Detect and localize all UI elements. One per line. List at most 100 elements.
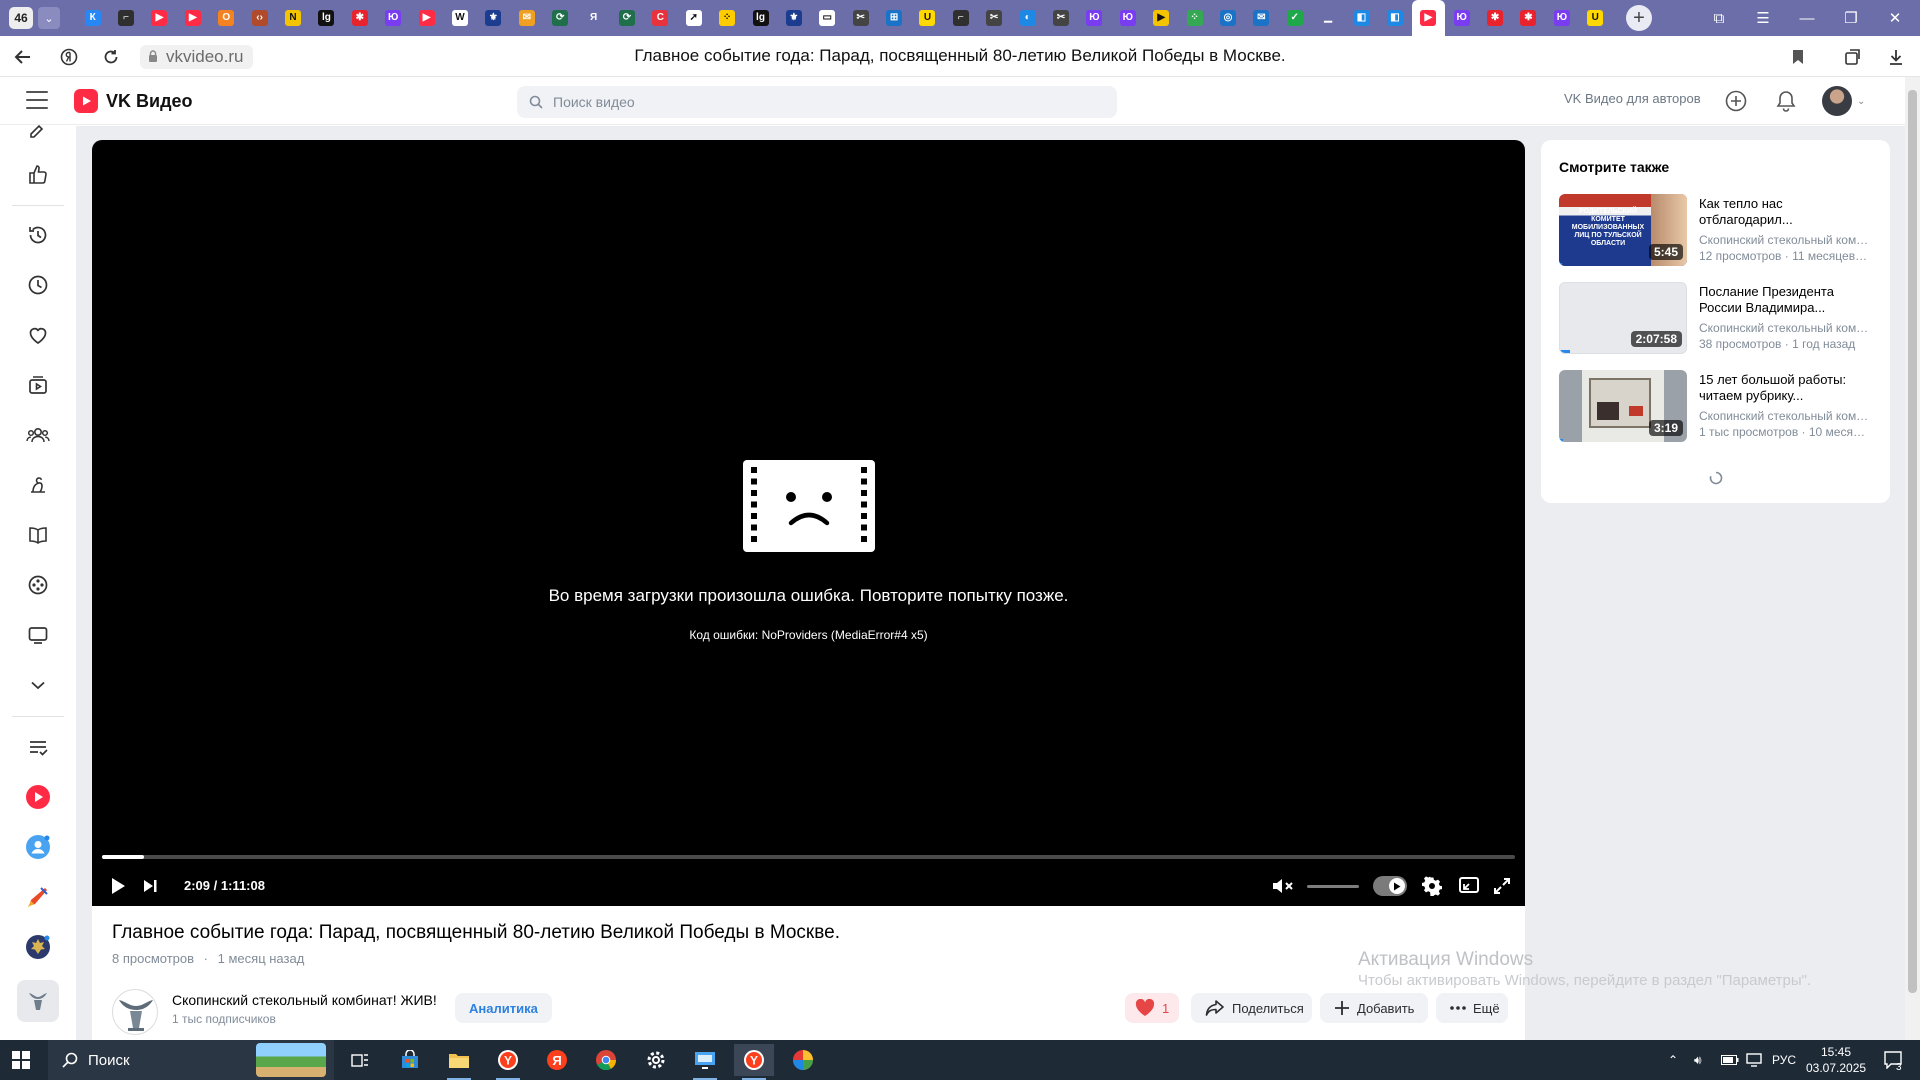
close-window-button[interactable]: ✕ [1875,0,1915,36]
seek-bar[interactable] [102,855,1515,859]
tray-overflow-chevron-icon[interactable]: ⌃ [1668,1040,1678,1080]
browser-tab[interactable]: Ю [1545,0,1578,36]
browser-tab[interactable]: ✉ [1245,0,1278,36]
sidebar-item-watch-later[interactable] [23,270,53,300]
tab-count-badge[interactable]: 46 [9,7,33,29]
channel-name[interactable]: Скопинский стекольный комбинат! ЖИВ! [172,992,437,1008]
minimize-button[interactable]: — [1787,0,1827,36]
tab-collections-icon[interactable]: ⧉ [1699,0,1739,36]
sidebar-channel-vk-video[interactable] [23,782,53,812]
browser-tab[interactable]: ✂ [1044,0,1077,36]
like-button[interactable]: 1 [1125,993,1180,1023]
sidebar-item-tv[interactable] [23,620,53,650]
sidebar-item-partial[interactable] [23,120,53,138]
yandex-browser-active-icon[interactable]: Y [734,1044,774,1080]
browser-tab[interactable]: ⚜ [777,0,810,36]
fullscreen-button[interactable] [1490,874,1514,898]
restore-button[interactable]: ❐ [1831,0,1871,36]
browser-tab[interactable]: ✉ [510,0,543,36]
browser-tab[interactable]: ◧ [1345,0,1378,36]
sidebar-channel-glassworks[interactable] [17,980,59,1022]
yandex-browser-icon[interactable]: Y [488,1044,528,1080]
windows-start-icon[interactable] [12,1051,30,1069]
browser-tab[interactable]: ▶ [1145,0,1178,36]
settings-gear-icon[interactable] [636,1044,676,1076]
browser-tab[interactable]: ✱ [1478,0,1511,36]
remote-desktop-icon[interactable] [685,1044,725,1080]
notifications-bell-icon[interactable] [1773,88,1799,114]
volume-tray-icon[interactable]: 🔊︎ [1694,1040,1702,1080]
browser-tab[interactable]: ‹› [243,0,276,36]
sidebar-item-movies[interactable] [23,570,53,600]
file-explorer-icon[interactable] [439,1044,479,1080]
browser-tab[interactable]: lg [310,0,343,36]
browser-tab[interactable]: Я [577,0,610,36]
network-tray-icon[interactable] [1746,1040,1764,1080]
browser-tab[interactable]: Ю [1078,0,1111,36]
for-authors-link[interactable]: VK Видео для авторов [1564,91,1701,106]
menu-burger-icon[interactable] [26,91,48,109]
upload-plus-icon[interactable] [1723,88,1749,114]
browser-menu-icon[interactable]: ☰ [1743,0,1783,36]
sidebar-channel-rocket[interactable] [23,882,53,912]
taskbar-search[interactable]: Поиск [48,1040,334,1080]
browser-tab[interactable]: О [210,0,243,36]
volume-slider[interactable] [1307,885,1359,888]
sidebar-item-queue[interactable] [23,732,53,762]
browser-tab[interactable]: U [1579,0,1612,36]
browser-tab[interactable]: Ю [377,0,410,36]
sidebar-channel-profile[interactable] [23,832,53,862]
more-button[interactable]: Ещё [1436,993,1508,1023]
task-view-icon[interactable] [340,1044,380,1076]
microsoft-store-icon[interactable] [390,1044,430,1076]
input-language[interactable]: РУС [1772,1040,1796,1080]
vk-video-logo[interactable]: VK Видео [74,89,193,113]
chrome-icon[interactable] [586,1044,626,1076]
color-app-icon[interactable] [783,1044,823,1076]
browser-tab[interactable]: ◧ [1378,0,1411,36]
collections-icon[interactable] [1840,44,1866,70]
browser-tab[interactable]: ✱ [1512,0,1545,36]
next-video-button[interactable] [138,874,162,898]
sidebar-item-subscriptions[interactable] [23,420,53,450]
sidebar-item-favourites[interactable] [23,320,53,350]
page-scrollbar-thumb[interactable] [1908,90,1917,993]
yandex-app-icon[interactable]: Я [537,1044,577,1076]
browser-tab[interactable]: ▶ [176,0,209,36]
browser-tab[interactable]: ⟳ [610,0,643,36]
recommendation-card[interactable]: 2:07:58 Послание Президента России Влади… [1559,282,1879,354]
browser-tab[interactable]: ▶ [143,0,176,36]
channel-avatar[interactable] [112,989,158,1035]
browser-tab[interactable]: W [443,0,476,36]
sidebar-channel-emblem[interactable] [23,932,53,962]
search-input[interactable] [517,86,1117,118]
browser-tab[interactable]: К [76,0,109,36]
user-avatar[interactable] [1822,86,1852,116]
browser-tab[interactable]: ◐ [1011,0,1044,36]
browser-tab[interactable]: Ю [1111,0,1144,36]
sidebar-item-history[interactable] [23,220,53,250]
browser-tab[interactable]: ▶ [410,0,443,36]
browser-tab[interactable]: ⁘ [1178,0,1211,36]
browser-tab[interactable]: ✱ [343,0,376,36]
sidebar-item-more[interactable] [23,670,53,700]
browser-tab[interactable]: ⟳ [543,0,576,36]
browser-tab[interactable]: ⁘ [710,0,743,36]
browser-tab[interactable]: ▭ [811,0,844,36]
share-button[interactable]: Поделиться [1191,993,1312,1023]
settings-button[interactable] [1420,874,1444,898]
taskbar-clock[interactable]: 15:45 03.07.2025 [1806,1044,1866,1076]
tab-list-chevron-icon[interactable]: ⌄ [38,7,60,29]
browser-tab[interactable]: ✂ [978,0,1011,36]
sidebar-item-playlists[interactable] [23,370,53,400]
new-tab-button[interactable]: + [1625,5,1652,31]
browser-tab[interactable]: ✂ [844,0,877,36]
browser-tab[interactable]: lg [744,0,777,36]
bookmark-icon[interactable] [1785,44,1811,70]
browser-tab[interactable]: ⌐ [109,0,142,36]
mini-player-button[interactable] [1457,874,1481,898]
browser-tab-active[interactable]: ▶ [1411,0,1446,36]
autoplay-toggle[interactable] [1373,876,1407,896]
play-button[interactable] [106,874,130,898]
browser-tab[interactable]: C [644,0,677,36]
